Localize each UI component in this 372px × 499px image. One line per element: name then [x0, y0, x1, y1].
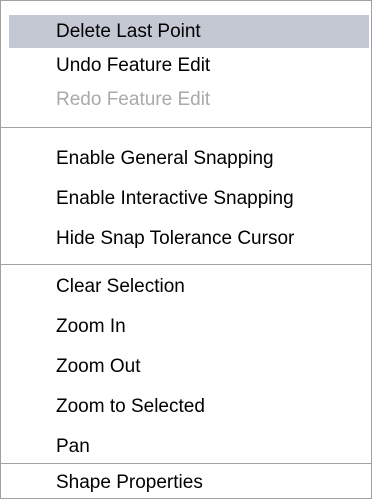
menu-item-enable-interactive-snapping[interactable]: Enable Interactive Snapping — [9, 182, 363, 215]
menu-item-undo-feature-edit[interactable]: Undo Feature Edit — [9, 49, 363, 82]
menu-item-redo-feature-edit: Redo Feature Edit — [56, 89, 211, 110]
menu-item-delete-last-point[interactable]: Delete Last Point — [9, 15, 369, 48]
menu-item-shape-properties[interactable]: Shape Properties — [9, 466, 363, 499]
menu-item-zoom-to-selected[interactable]: Zoom to Selected — [9, 390, 363, 423]
menu-item-hide-snap-tolerance-cursor[interactable]: Hide Snap Tolerance Cursor — [9, 222, 363, 255]
menu-separator — [1, 127, 371, 129]
menu-item-pan[interactable]: Pan — [9, 430, 363, 463]
menu-item-zoom-in[interactable]: Zoom In — [9, 310, 363, 343]
menu-item-clear-selection[interactable]: Clear Selection — [9, 270, 363, 303]
menu-separator — [1, 463, 371, 465]
menu-item-zoom-out[interactable]: Zoom Out — [9, 350, 363, 383]
menu-item-enable-general-snapping[interactable]: Enable General Snapping — [9, 142, 363, 175]
menu-separator — [1, 264, 371, 266]
context-menu: Delete Last Point Undo Feature Edit Redo… — [0, 0, 372, 499]
